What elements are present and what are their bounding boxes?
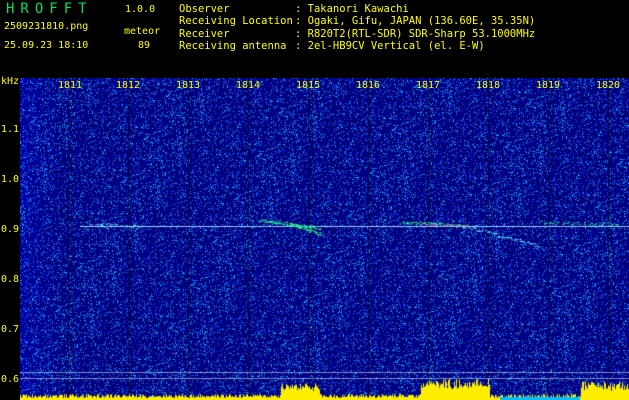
- file-datetime: 25.09.23 18:10: [4, 40, 89, 51]
- y-tick-label: 0.7: [1, 324, 20, 335]
- y-tick-label: 0.9: [1, 224, 20, 235]
- y-axis: kHz 1.1 1.0 0.9 0.8 0.7 0.6: [0, 76, 20, 400]
- x-tick-label: 1819: [535, 80, 561, 91]
- app-version: 1.0.0: [125, 4, 156, 15]
- app-name: HROFFT: [6, 1, 93, 17]
- y-tick-label: 0.8: [1, 274, 20, 285]
- info-row-location: Receiving Location: Ogaki, Gifu, JAPAN (…: [179, 15, 535, 27]
- info-label: Receiving antenna: [179, 40, 287, 53]
- x-tick-label: 1811: [57, 80, 83, 91]
- info-row-observer: Observer : Takanori Kawachi: [179, 3, 535, 15]
- info-label: Receiver: [179, 27, 230, 40]
- x-tick-label: 1813: [175, 80, 201, 91]
- y-axis-unit: kHz: [1, 76, 20, 87]
- x-tick-label: 1820: [595, 80, 621, 91]
- x-tick-label: 1812: [115, 80, 141, 91]
- info-row-receiver: Receiver : R820T2(RTL-SDR) SDR-Sharp 53.1…: [179, 28, 535, 40]
- info-row-antenna: Receiving antenna : 2el-HB9CV Vertical (e…: [179, 40, 535, 52]
- x-tick-label: 1817: [415, 80, 441, 91]
- meteor-count: 89: [138, 40, 151, 51]
- info-label: Observer: [179, 3, 230, 15]
- header-panel: HROFFT 1.0.0 2509231810.png meteor 25.09…: [0, 0, 629, 78]
- info-value: : Takanori Kawachi: [295, 3, 409, 15]
- spectrogram-panel: kHz 1.1 1.0 0.9 0.8 0.7 0.6 1811 1812 18…: [0, 76, 629, 400]
- y-tick-label: 1.1: [1, 124, 20, 135]
- info-value: : 2el-HB9CV Vertical (el. E-W): [295, 40, 485, 53]
- spectrogram-canvas: [20, 78, 629, 400]
- x-tick-label: 1815: [295, 80, 321, 91]
- mode-label: meteor: [124, 26, 161, 37]
- info-label: Receiving Location: [179, 15, 293, 28]
- x-tick-label: 1814: [235, 80, 261, 91]
- info-value: : Ogaki, Gifu, JAPAN (136.60E, 35.35N): [295, 15, 536, 28]
- x-tick-label: 1818: [475, 80, 501, 91]
- info-value: : R820T2(RTL-SDR) SDR-Sharp 53.1000MHz: [295, 27, 536, 40]
- x-tick-label: 1816: [355, 80, 381, 91]
- y-tick-label: 0.6: [1, 374, 20, 385]
- station-info: Observer : Takanori Kawachi Receiving Loc…: [179, 3, 535, 53]
- y-tick-label: 1.0: [1, 174, 20, 185]
- file-name: 2509231810.png: [4, 21, 89, 32]
